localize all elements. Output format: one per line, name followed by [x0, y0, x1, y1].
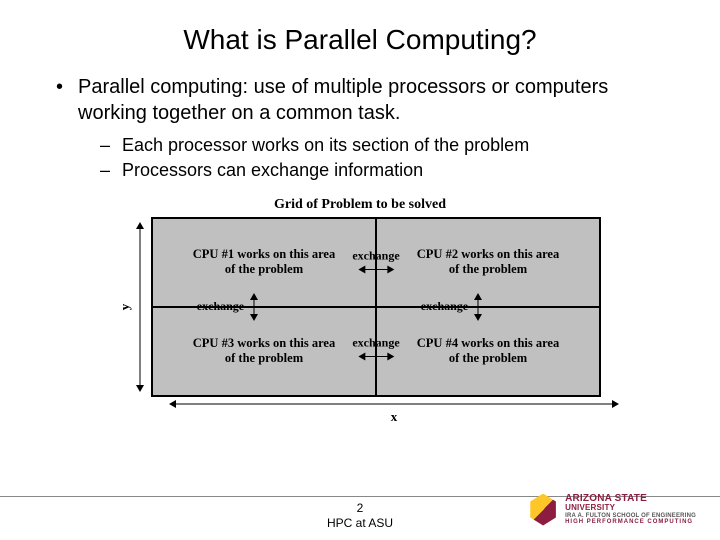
dash-marker: –: [100, 134, 122, 157]
cell-text: CPU #3 works on this area: [193, 336, 335, 351]
grid-cell-2: CPU #2 works on this area of the problem: [376, 218, 600, 307]
content-area: • Parallel computing: use of multiple pr…: [0, 74, 720, 183]
double-arrow-vertical-icon: [250, 293, 258, 321]
sub-bullet-list: – Each processor works on its section of…: [56, 134, 664, 183]
double-arrow-horizontal-icon: [358, 265, 394, 273]
y-axis-label: y: [117, 301, 133, 313]
bullet-marker: •: [56, 74, 78, 126]
logo-line: IRA A. FULTON SCHOOL OF ENGINEERING: [565, 513, 696, 520]
sub-bullet: – Each processor works on its section of…: [100, 134, 664, 157]
asu-logo: ARIZONA STATE UNIVERSITY IRA A. FULTON S…: [527, 493, 696, 526]
asu-logo-icon: [527, 494, 559, 526]
asu-logo-text: ARIZONA STATE UNIVERSITY IRA A. FULTON S…: [565, 493, 696, 526]
grid-cell-3: CPU #3 works on this area of the problem: [152, 307, 376, 396]
exchange-bottom-center: exchange: [352, 335, 399, 360]
x-axis: x: [0, 399, 720, 425]
diagram: y CPU #1 works on this area of the probl…: [0, 217, 720, 397]
exchange-label: exchange: [197, 299, 244, 314]
bullet-text: Parallel computing: use of multiple proc…: [78, 74, 664, 126]
slide-title: What is Parallel Computing?: [0, 0, 720, 74]
exchange-label: exchange: [352, 248, 399, 263]
sub-text: Processors can exchange information: [122, 159, 423, 182]
double-arrow-vertical-icon: [474, 293, 482, 321]
exchange-label: exchange: [352, 335, 399, 350]
exchange-top-center: exchange: [352, 248, 399, 273]
x-axis-label: x: [391, 409, 398, 425]
exchange-right-middle: exchange: [421, 293, 482, 321]
y-axis-arrow: [135, 222, 145, 392]
logo-line: HIGH PERFORMANCE COMPUTING: [565, 519, 696, 526]
sub-bullet: – Processors can exchange information: [100, 159, 664, 182]
grid-cell-1: CPU #1 works on this area of the problem: [152, 218, 376, 307]
double-arrow-horizontal-icon: [358, 352, 394, 360]
exchange-label: exchange: [421, 299, 468, 314]
cell-text: of the problem: [449, 262, 527, 277]
diagram-title: Grid of Problem to be solved: [0, 197, 720, 213]
cell-text: CPU #4 works on this area: [417, 336, 559, 351]
cell-text: of the problem: [225, 262, 303, 277]
main-bullet: • Parallel computing: use of multiple pr…: [56, 74, 664, 126]
sub-text: Each processor works on its section of t…: [122, 134, 529, 157]
exchange-left-middle: exchange: [197, 293, 258, 321]
cell-text: CPU #1 works on this area: [193, 247, 335, 262]
x-axis-arrow: [169, 399, 619, 409]
grid-cell-4: CPU #4 works on this area of the problem: [376, 307, 600, 396]
logo-line: UNIVERSITY: [565, 504, 696, 513]
footer: 2 HPC at ASU ARIZONA STATE UNIVERSITY IR…: [0, 496, 720, 532]
y-axis: y: [119, 222, 145, 392]
problem-grid: CPU #1 works on this area of the problem…: [151, 217, 601, 397]
cell-text: of the problem: [225, 351, 303, 366]
dash-marker: –: [100, 159, 122, 182]
cell-text: of the problem: [449, 351, 527, 366]
cell-text: CPU #2 works on this area: [417, 247, 559, 262]
